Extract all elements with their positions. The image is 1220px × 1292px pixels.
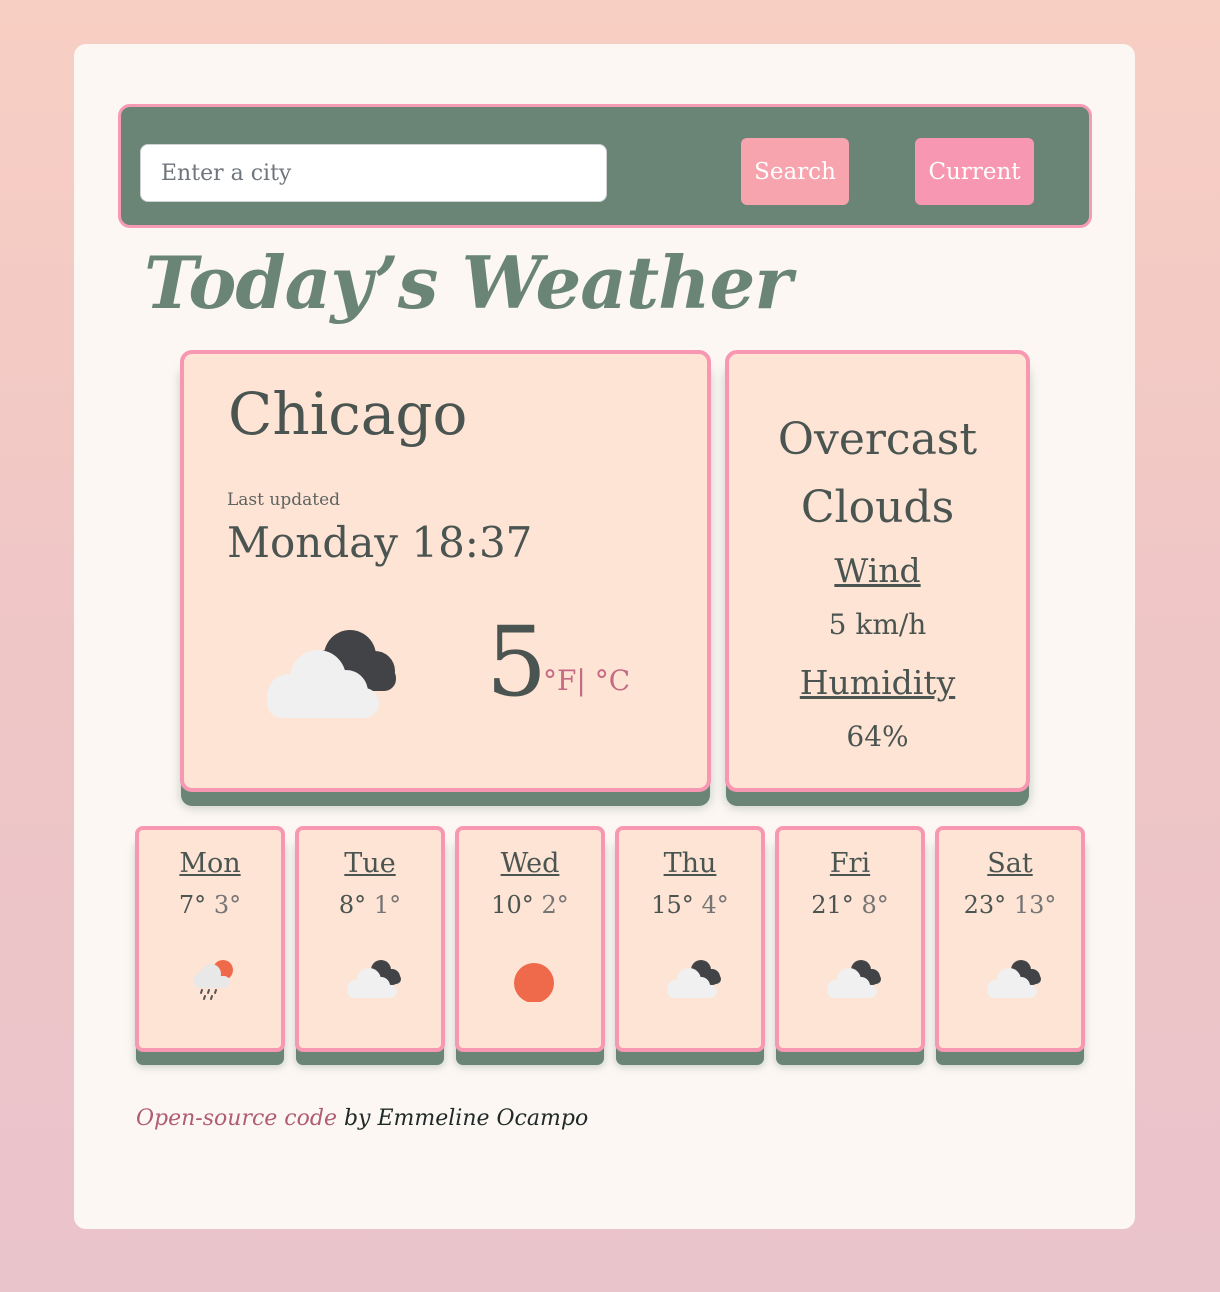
- current-weather-card: Chicago Last updated Monday 18:37 5 °F| …: [180, 350, 711, 792]
- current-temperature: 5: [486, 606, 548, 718]
- cloudy-icon: [267, 630, 396, 718]
- cloudy-icon: [987, 960, 1041, 998]
- forecast-min: 1°: [373, 891, 402, 919]
- forecast-temps: 10° 2°: [459, 891, 601, 919]
- search-form: Search Current: [118, 104, 1092, 228]
- page-title: Today’s Weather: [144, 240, 792, 325]
- forecast-temps: 7° 3°: [139, 891, 281, 919]
- source-code-link[interactable]: Open-source code: [136, 1106, 337, 1131]
- city-search-input[interactable]: [140, 144, 607, 202]
- forecast-max: 7°: [178, 891, 207, 919]
- wind-value: 5 km/h: [828, 608, 927, 641]
- humidity-label: Humidity: [799, 663, 956, 702]
- current-location-button[interactable]: Current: [915, 138, 1034, 205]
- forecast-day-name: Thu: [663, 848, 717, 879]
- forecast-day-name: Tue: [344, 848, 396, 879]
- forecast-temps: 23° 13°: [939, 891, 1081, 919]
- forecast-max: 15°: [651, 891, 694, 919]
- last-updated-label: Last updated: [227, 490, 341, 510]
- humidity-value: 64%: [846, 720, 909, 753]
- forecast-temps: 21° 8°: [779, 891, 921, 919]
- sun-icon: [514, 963, 554, 1002]
- rain-sun-icon: [194, 960, 233, 1000]
- conditions-card: Overcast Clouds Wind 5 km/h Humidity 64%: [725, 350, 1030, 792]
- forecast-min: 2°: [541, 891, 569, 919]
- weather-description: Overcast Clouds: [777, 414, 978, 533]
- forecast-min: 13°: [1013, 891, 1057, 919]
- forecast-day-name: Mon: [179, 848, 241, 879]
- footer: Open-source code by Emmeline Ocampo: [136, 1106, 588, 1131]
- forecast-day-tue: Tue 8° 1°: [295, 826, 445, 1052]
- unit-toggle[interactable]: °F| °C: [543, 664, 630, 697]
- forecast-day-fri: Fri 21° 8°: [775, 826, 925, 1052]
- cloudy-icon: [667, 960, 721, 998]
- weather-app: Search Current Today’s Weather Chicago L…: [74, 44, 1135, 1229]
- forecast-min: 3°: [213, 891, 242, 919]
- forecast-day-name: Sat: [987, 848, 1033, 879]
- forecast-day-sat: Sat 23° 13°: [935, 826, 1085, 1052]
- city-name: Chicago: [228, 380, 468, 448]
- forecast-min: 8°: [861, 891, 889, 919]
- forecast-day-mon: Mon 7° 3°: [135, 826, 285, 1052]
- forecast-day-wed: Wed 10° 2°: [455, 826, 605, 1052]
- forecast-day-name: Wed: [500, 848, 560, 879]
- forecast-max: 23°: [963, 891, 1007, 919]
- forecast-max: 8°: [338, 891, 367, 919]
- forecast-temps: 8° 1°: [299, 891, 441, 919]
- search-button[interactable]: Search: [741, 138, 849, 205]
- last-updated-time: Monday 18:37: [227, 518, 533, 567]
- forecast-max: 21°: [811, 891, 854, 919]
- author-credit: by Emmeline Ocampo: [336, 1106, 589, 1131]
- forecast-max: 10°: [491, 891, 534, 919]
- forecast-min: 4°: [701, 891, 729, 919]
- wind-label: Wind: [834, 551, 921, 590]
- forecast-day-name: Fri: [829, 848, 871, 879]
- forecast-temps: 15° 4°: [619, 891, 761, 919]
- cloudy-icon: [347, 960, 401, 998]
- cloudy-icon: [827, 960, 881, 998]
- forecast-day-thu: Thu 15° 4°: [615, 826, 765, 1052]
